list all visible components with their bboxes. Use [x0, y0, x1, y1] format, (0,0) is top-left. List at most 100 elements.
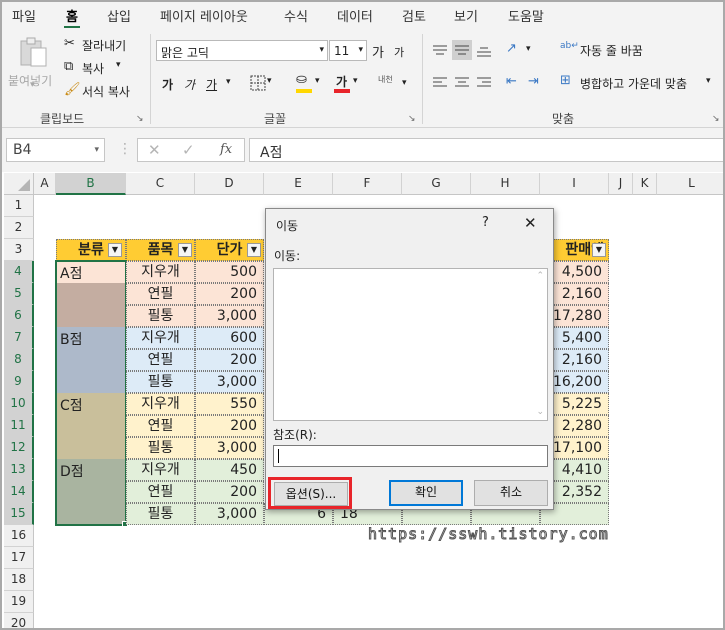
cancel-button[interactable]: 취소	[474, 480, 548, 506]
row-header[interactable]: 8	[4, 349, 34, 371]
filter-dropdown-icon[interactable]: ▼	[108, 243, 122, 257]
column-header-i[interactable]: I	[540, 173, 609, 195]
cut-button[interactable]: ✂ 잘라내기	[64, 36, 136, 54]
orientation-dropdown-icon[interactable]: ▾	[526, 44, 531, 54]
orientation-icon[interactable]: ↗	[506, 41, 517, 56]
font-size-select[interactable]: 11 ▾	[329, 40, 367, 61]
font-name-select[interactable]: 맑은 고딕 ▾	[156, 40, 328, 61]
name-box[interactable]: B4 ▾	[6, 138, 105, 162]
item-cell[interactable]: 필통	[126, 503, 195, 525]
middle-align-button[interactable]	[452, 40, 472, 60]
tab-page-layout[interactable]: 페이지 레이아웃	[160, 6, 248, 25]
column-header-e[interactable]: E	[264, 173, 333, 195]
row-header[interactable]: 15	[4, 503, 34, 525]
scroll-up-icon[interactable]: ⌃	[536, 271, 544, 281]
row-header[interactable]: 11	[4, 415, 34, 437]
underline-button[interactable]: 가	[206, 76, 217, 93]
row-header[interactable]: 2	[4, 217, 34, 239]
item-cell[interactable]: 지우개	[126, 459, 195, 481]
row-header[interactable]: 13	[4, 459, 34, 481]
column-header-k[interactable]: K	[633, 173, 657, 195]
format-painter-button[interactable]: 🖌 서식 복사	[64, 82, 140, 100]
tab-view[interactable]: 보기	[454, 6, 478, 25]
font-launcher-icon[interactable]: ↘	[408, 114, 416, 124]
tab-review[interactable]: 검토	[402, 6, 426, 25]
column-header-h[interactable]: H	[471, 173, 540, 195]
tab-home[interactable]: 홈	[64, 6, 80, 28]
close-icon[interactable]: ✕	[524, 214, 537, 232]
row-header[interactable]: 5	[4, 283, 34, 305]
align-center-icon[interactable]	[454, 76, 470, 90]
item-cell[interactable]: 지우개	[126, 393, 195, 415]
price-cell[interactable]: 450	[195, 459, 264, 481]
row-header[interactable]: 4	[4, 261, 34, 283]
row-header[interactable]: 18	[4, 569, 34, 591]
bold-button[interactable]: 가	[162, 76, 173, 93]
fill-color-button[interactable]: ⛀ ▾	[296, 72, 324, 94]
increase-font-button[interactable]: 가	[372, 42, 384, 61]
row-header[interactable]: 7	[4, 327, 34, 349]
item-cell[interactable]: 연필	[126, 349, 195, 371]
price-cell[interactable]: 200	[195, 481, 264, 503]
price-cell[interactable]: 600	[195, 327, 264, 349]
row-header[interactable]: 16	[4, 525, 34, 547]
row-header[interactable]: 14	[4, 481, 34, 503]
alignment-launcher-icon[interactable]: ↘	[712, 114, 720, 124]
underline-dropdown-icon[interactable]: ▾	[226, 77, 231, 87]
price-cell[interactable]: 3,000	[195, 305, 264, 327]
clipboard-launcher-icon[interactable]: ↘	[136, 114, 144, 124]
cancel-icon[interactable]: ✕	[148, 141, 161, 159]
row-header[interactable]: 1	[4, 195, 34, 217]
reference-input[interactable]	[273, 445, 548, 467]
item-cell[interactable]: 연필	[126, 415, 195, 437]
copy-button[interactable]: ⧉ 복사 ▾	[64, 59, 136, 77]
price-cell[interactable]: 3,000	[195, 503, 264, 525]
item-cell[interactable]: 연필	[126, 283, 195, 305]
top-align-icon[interactable]	[432, 44, 448, 58]
column-header-l[interactable]: L	[657, 173, 723, 195]
tab-help[interactable]: 도움말	[508, 6, 544, 25]
price-cell[interactable]: 500	[195, 261, 264, 283]
price-cell[interactable]: 200	[195, 349, 264, 371]
increase-indent-icon[interactable]: ⇥	[528, 74, 539, 89]
copy-dropdown-icon[interactable]: ▾	[116, 60, 121, 70]
item-cell[interactable]: 지우개	[126, 261, 195, 283]
italic-button[interactable]: 가	[184, 76, 195, 93]
decrease-indent-icon[interactable]: ⇤	[506, 74, 517, 89]
drag-handle-icon[interactable]: ⋮	[118, 141, 132, 157]
wrap-text-button[interactable]: ab↵ 자동 줄 바꿈	[560, 40, 670, 60]
insert-function-icon[interactable]: fx	[220, 142, 232, 157]
column-header-b[interactable]: B	[56, 173, 126, 195]
tab-insert[interactable]: 삽입	[107, 6, 131, 25]
item-cell[interactable]: 필통	[126, 371, 195, 393]
item-cell[interactable]: 필통	[126, 305, 195, 327]
options-button[interactable]: 옵션(S)...	[274, 482, 348, 506]
filter-dropdown-icon[interactable]: ▼	[178, 243, 192, 257]
column-header-g[interactable]: G	[402, 173, 471, 195]
item-cell[interactable]: 지우개	[126, 327, 195, 349]
align-left-icon[interactable]	[432, 76, 448, 90]
price-cell[interactable]: 3,000	[195, 371, 264, 393]
bottom-align-icon[interactable]	[476, 44, 492, 58]
paste-dropdown-icon[interactable]: ▾	[30, 80, 35, 90]
row-header[interactable]: 12	[4, 437, 34, 459]
goto-list[interactable]: ⌃ ⌄	[273, 268, 548, 421]
align-right-icon[interactable]	[476, 76, 492, 90]
column-header-f[interactable]: F	[333, 173, 402, 195]
item-cell[interactable]: 연필	[126, 481, 195, 503]
row-header[interactable]: 10	[4, 393, 34, 415]
row-header[interactable]: 6	[4, 305, 34, 327]
decrease-font-button[interactable]: 가	[394, 44, 404, 60]
ok-button[interactable]: 확인	[389, 480, 463, 506]
filter-dropdown-icon[interactable]: ▼	[247, 243, 261, 257]
row-header[interactable]: 9	[4, 371, 34, 393]
row-header[interactable]: 17	[4, 547, 34, 569]
phonetic-button[interactable]: 내천 ▾	[376, 72, 410, 96]
row-header[interactable]: 20	[4, 613, 34, 628]
price-cell[interactable]: 200	[195, 415, 264, 437]
formula-input[interactable]: A점	[249, 138, 723, 162]
help-button[interactable]: ?	[482, 215, 489, 230]
select-all-corner[interactable]	[4, 173, 34, 195]
scroll-down-icon[interactable]: ⌄	[536, 407, 544, 417]
price-cell[interactable]: 200	[195, 283, 264, 305]
